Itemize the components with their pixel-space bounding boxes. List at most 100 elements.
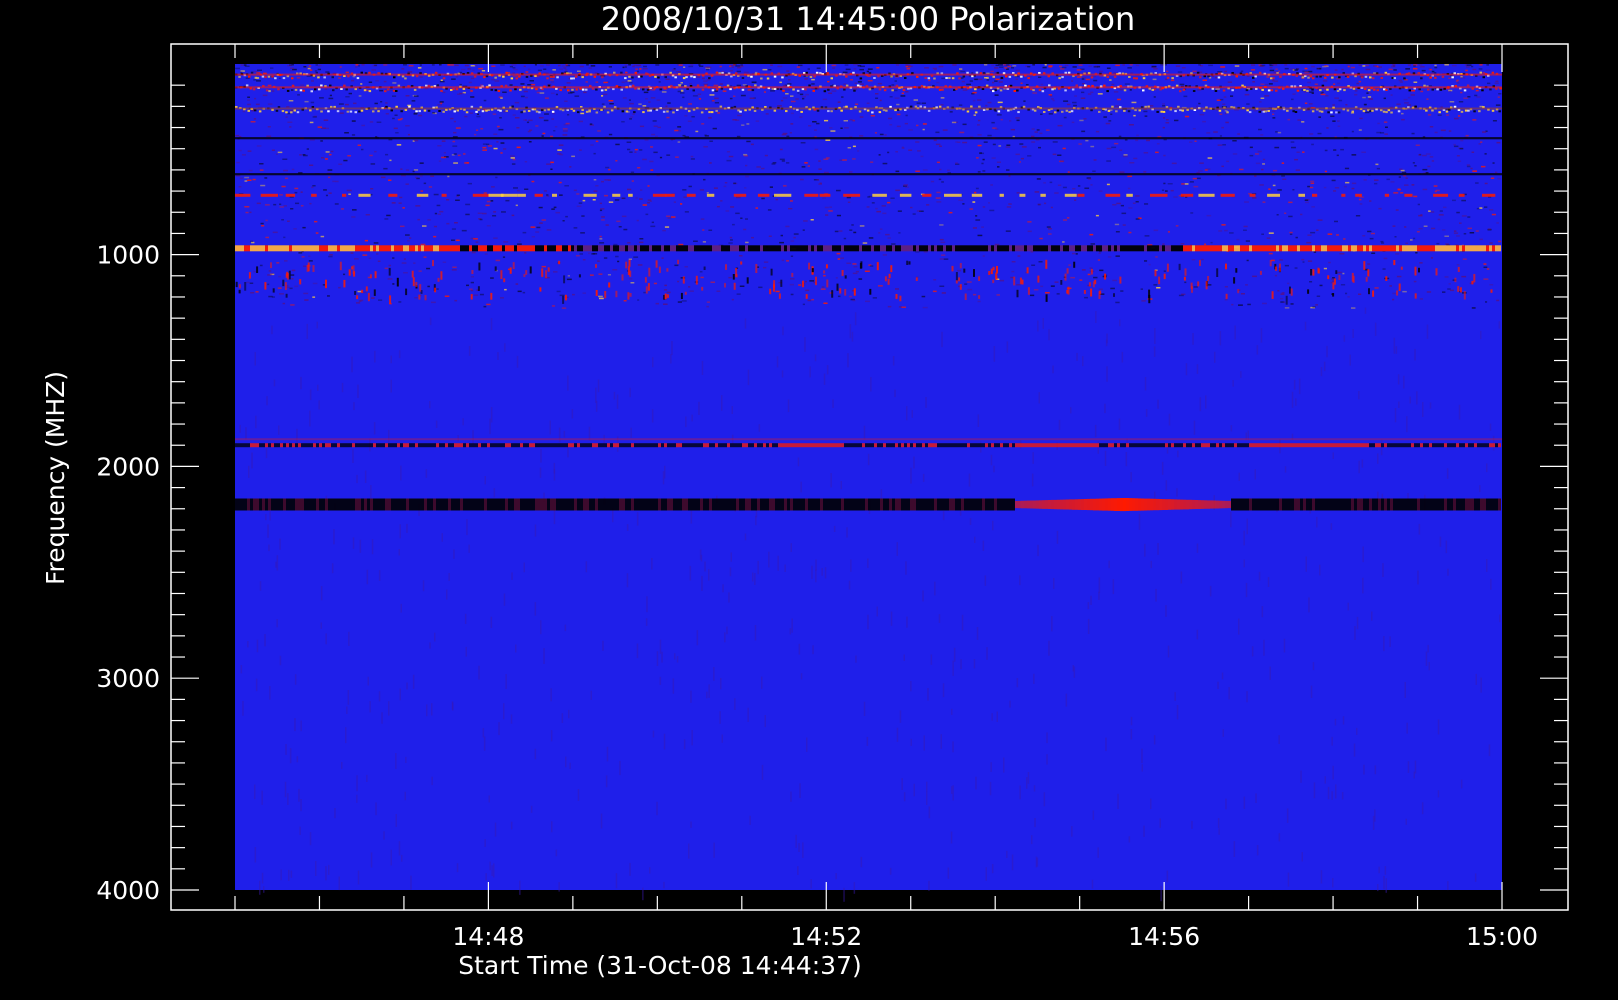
heatmap-cell — [863, 701, 866, 716]
heatmap-cell — [442, 261, 447, 263]
band-cell — [1491, 109, 1495, 112]
band-cell — [1339, 245, 1342, 252]
heatmap-cell — [486, 225, 491, 227]
heatmap-cell — [247, 150, 252, 152]
heatmap-cell — [1293, 379, 1296, 390]
heatmap-cell — [1026, 777, 1028, 789]
band-cell — [658, 266, 661, 273]
heatmap-cell — [1488, 744, 1491, 757]
heatmap-cell — [285, 116, 288, 118]
heatmap-cell — [480, 128, 484, 130]
heatmap-cell — [683, 739, 686, 750]
heatmap-cell — [999, 66, 1004, 68]
heatmap-cell — [390, 849, 392, 866]
heatmap-cell — [1106, 147, 1112, 150]
band-cell — [401, 75, 405, 78]
heatmap-cell — [1135, 64, 1140, 67]
heatmap-cell — [747, 89, 752, 91]
heatmap-cell — [1340, 148, 1344, 151]
heatmap-cell — [730, 206, 735, 208]
heatmap-cell — [1051, 98, 1054, 100]
heatmap-cell — [498, 722, 500, 736]
heatmap-cell — [511, 163, 516, 165]
heatmap-cell — [1161, 461, 1164, 475]
heatmap-cell — [1347, 602, 1349, 611]
heatmap-cell — [1416, 391, 1418, 405]
heatmap-cell — [782, 132, 788, 135]
heatmap-cell — [1246, 75, 1250, 77]
band-cell — [519, 88, 522, 91]
band-cell — [1311, 110, 1315, 113]
heatmap-cell — [1427, 114, 1432, 116]
heatmap-cell — [549, 79, 554, 81]
band-cell — [735, 268, 738, 277]
heatmap-cell — [273, 203, 277, 206]
heatmap-cell — [447, 175, 450, 178]
heatmap-cell — [906, 406, 908, 421]
heatmap-cell — [354, 258, 359, 260]
band-cell — [238, 75, 241, 78]
band-cell — [434, 71, 438, 74]
heatmap-cell — [991, 64, 995, 67]
band-cell — [386, 88, 390, 91]
heatmap-cell — [1005, 230, 1011, 232]
band-cell — [812, 89, 815, 92]
heatmap-cell — [791, 618, 793, 633]
band-cell — [724, 245, 727, 252]
band-cell — [1423, 245, 1426, 252]
heatmap-cell — [1383, 257, 1388, 260]
heatmap-cell — [1262, 158, 1266, 161]
band-cell — [253, 245, 256, 252]
heatmap-cell — [847, 201, 851, 203]
band-cell — [457, 245, 460, 252]
heatmap-cell — [468, 346, 471, 356]
heatmap-cell — [1039, 237, 1043, 240]
band-cell — [1477, 245, 1480, 252]
band-cell — [1181, 109, 1184, 112]
heatmap-cell — [290, 870, 293, 878]
heatmap-cell — [470, 96, 475, 98]
band-cell — [910, 245, 913, 252]
heatmap-cell — [977, 414, 980, 427]
band-cell — [1486, 245, 1489, 252]
heatmap-cell — [1427, 644, 1429, 653]
band-cell — [1154, 270, 1157, 277]
heatmap-cell — [590, 690, 592, 700]
heatmap-cell — [312, 116, 317, 118]
heatmap-cell — [714, 102, 719, 104]
band-cell — [433, 245, 436, 252]
heatmap-cell — [852, 145, 856, 148]
heatmap-cell — [1031, 835, 1033, 845]
band-cell — [1300, 245, 1303, 252]
band-cell — [1458, 193, 1465, 197]
heatmap-cell — [1108, 560, 1110, 569]
heatmap-cell — [939, 168, 942, 171]
heatmap-cell — [1255, 153, 1259, 155]
heatmap-cell — [1246, 518, 1248, 535]
heatmap-cell — [875, 97, 879, 99]
band-cell — [866, 109, 870, 112]
heatmap-cell — [287, 793, 289, 805]
band-cell — [872, 193, 887, 197]
heatmap-cell — [599, 242, 605, 244]
heatmap-cell — [859, 68, 864, 71]
heatmap-cell — [1095, 214, 1099, 217]
heatmap-cell — [291, 278, 294, 280]
heatmap-cell — [899, 710, 902, 723]
heatmap-cell — [1358, 391, 1360, 400]
heatmap-cell — [493, 863, 495, 878]
heatmap-cell — [388, 264, 391, 267]
heatmap-cell — [1334, 220, 1338, 223]
band-cell — [733, 282, 736, 290]
heatmap-cell — [367, 676, 369, 686]
heatmap-cell — [986, 647, 988, 660]
heatmap-cell — [1401, 112, 1404, 115]
heatmap-cell — [581, 215, 585, 217]
heatmap-cell — [1334, 69, 1338, 71]
band-cell — [1364, 75, 1368, 78]
heatmap-cell — [854, 82, 858, 84]
heatmap-cell — [1037, 203, 1042, 206]
heatmap-cell — [825, 214, 829, 216]
heatmap-cell — [979, 152, 984, 155]
band-cell — [310, 245, 313, 252]
